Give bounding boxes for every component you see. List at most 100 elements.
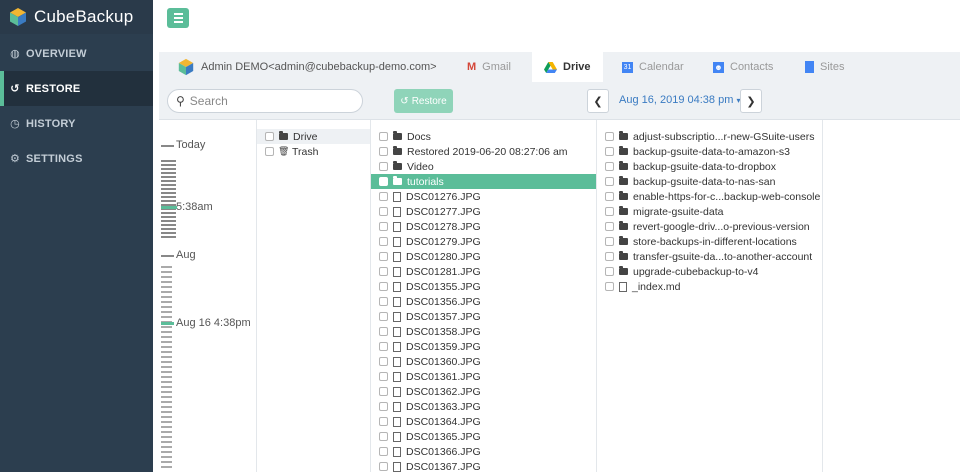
- checkbox[interactable]: [605, 192, 614, 201]
- sidebar-item-settings[interactable]: ⚙ SETTINGS: [0, 141, 153, 176]
- timeline-tick[interactable]: [161, 326, 172, 328]
- checkbox[interactable]: [379, 342, 388, 351]
- list-item[interactable]: backup-gsuite-data-to-amazon-s3: [597, 144, 822, 159]
- checkbox[interactable]: [379, 147, 388, 156]
- list-item[interactable]: DSC01361.JPG: [371, 369, 596, 384]
- timeline-tick[interactable]: [161, 176, 176, 178]
- previous-snapshot-button[interactable]: ❮: [587, 89, 609, 113]
- checkbox[interactable]: [605, 207, 614, 216]
- timeline-tick[interactable]: [161, 168, 176, 170]
- timeline-tick[interactable]: [161, 224, 176, 226]
- checkbox[interactable]: [605, 177, 614, 186]
- checkbox[interactable]: [379, 387, 388, 396]
- checkbox[interactable]: [605, 222, 614, 231]
- timeline-tick[interactable]: [161, 220, 176, 222]
- tree-item-trash[interactable]: 🗑 Trash: [257, 144, 370, 159]
- list-item[interactable]: DSC01276.JPG: [371, 189, 596, 204]
- list-item[interactable]: DSC01280.JPG: [371, 249, 596, 264]
- timeline-tick[interactable]: [161, 401, 172, 403]
- list-item[interactable]: DSC01365.JPG: [371, 429, 596, 444]
- timeline-tick[interactable]: [161, 416, 172, 418]
- checkbox[interactable]: [379, 177, 388, 186]
- list-item[interactable]: DSC01356.JPG: [371, 294, 596, 309]
- timeline-tick[interactable]: [161, 346, 172, 348]
- list-item[interactable]: DSC01364.JPG: [371, 414, 596, 429]
- list-item[interactable]: DSC01277.JPG: [371, 204, 596, 219]
- timeline-tick[interactable]: [161, 391, 172, 393]
- list-item[interactable]: store-backups-in-different-locations: [597, 234, 822, 249]
- timeline-tick[interactable]: [161, 184, 176, 186]
- timeline-tick[interactable]: [161, 228, 176, 230]
- timeline-tick[interactable]: [161, 316, 172, 318]
- restore-button[interactable]: ↺ Restore: [394, 89, 453, 113]
- list-item[interactable]: transfer-gsuite-da...to-another-account: [597, 249, 822, 264]
- timeline-tick[interactable]: [161, 431, 172, 433]
- timeline-tick[interactable]: [161, 441, 172, 443]
- checkbox[interactable]: [265, 132, 274, 141]
- brand[interactable]: CubeBackup: [0, 0, 153, 34]
- timeline-tick[interactable]: [161, 301, 172, 303]
- list-item[interactable]: Docs: [371, 129, 596, 144]
- timeline-tick[interactable]: [161, 266, 172, 268]
- timeline-tick[interactable]: [161, 296, 172, 298]
- list-item[interactable]: DSC01362.JPG: [371, 384, 596, 399]
- timeline-tick[interactable]: [161, 451, 172, 453]
- list-item[interactable]: DSC01281.JPG: [371, 264, 596, 279]
- checkbox[interactable]: [379, 327, 388, 336]
- timeline-tick[interactable]: [161, 206, 177, 209]
- checkbox[interactable]: [605, 252, 614, 261]
- timeline-tick[interactable]: [161, 456, 172, 458]
- timeline-tick[interactable]: [161, 461, 172, 463]
- tree-item-drive[interactable]: Drive: [257, 129, 370, 144]
- list-item[interactable]: DSC01366.JPG: [371, 444, 596, 459]
- timeline-tick[interactable]: [161, 426, 172, 428]
- timeline-tick[interactable]: [161, 200, 176, 202]
- timeline-tick[interactable]: [161, 421, 172, 423]
- list-item[interactable]: backup-gsuite-data-to-dropbox: [597, 159, 822, 174]
- list-item[interactable]: tutorials: [371, 174, 596, 189]
- timeline-tick[interactable]: [161, 361, 172, 363]
- list-item[interactable]: DSC01359.JPG: [371, 339, 596, 354]
- tab-sites[interactable]: Sites: [805, 52, 844, 82]
- timeline-tick[interactable]: [161, 381, 172, 383]
- timeline-tick[interactable]: [161, 164, 176, 166]
- tab-contacts[interactable]: ☻ Contacts: [713, 52, 773, 82]
- timeline-tick[interactable]: [161, 232, 176, 234]
- checkbox[interactable]: [379, 297, 388, 306]
- checkbox[interactable]: [605, 162, 614, 171]
- timeline-tick[interactable]: [161, 180, 176, 182]
- timeline-tick[interactable]: [161, 160, 176, 162]
- search-input[interactable]: ⚲ Search: [167, 89, 363, 113]
- timeline-tick[interactable]: [161, 396, 172, 398]
- tab-drive[interactable]: Drive: [532, 52, 603, 82]
- list-item[interactable]: DSC01278.JPG: [371, 219, 596, 234]
- checkbox[interactable]: [605, 282, 614, 291]
- tab-gmail[interactable]: M Gmail: [467, 52, 511, 82]
- list-item[interactable]: adjust-subscriptio...r-new-GSuite-users: [597, 129, 822, 144]
- list-item[interactable]: _index.md: [597, 279, 822, 294]
- timeline-tick[interactable]: [161, 331, 172, 333]
- checkbox[interactable]: [379, 132, 388, 141]
- checkbox[interactable]: [379, 432, 388, 441]
- checkbox[interactable]: [379, 207, 388, 216]
- timeline-tick[interactable]: [161, 351, 172, 353]
- list-item[interactable]: upgrade-cubebackup-to-v4: [597, 264, 822, 279]
- list-item[interactable]: Video: [371, 159, 596, 174]
- timeline-tick[interactable]: [161, 192, 176, 194]
- list-item[interactable]: DSC01358.JPG: [371, 324, 596, 339]
- timeline-tick[interactable]: [161, 145, 174, 147]
- snapshot-date-select[interactable]: Aug 16, 2019 04:38 pm ▾: [619, 94, 740, 106]
- tab-calendar[interactable]: 31 Calendar: [622, 52, 684, 82]
- sidebar-item-history[interactable]: ◷ HISTORY: [0, 106, 153, 141]
- timeline-tick[interactable]: [161, 411, 172, 413]
- list-item[interactable]: DSC01355.JPG: [371, 279, 596, 294]
- timeline-tick[interactable]: [161, 281, 172, 283]
- next-snapshot-button[interactable]: ❯: [740, 89, 762, 113]
- checkbox[interactable]: [379, 192, 388, 201]
- timeline-tick[interactable]: [161, 291, 172, 293]
- checkbox[interactable]: [379, 312, 388, 321]
- checkbox[interactable]: [265, 147, 274, 156]
- timeline-tick[interactable]: [161, 386, 172, 388]
- checkbox[interactable]: [379, 267, 388, 276]
- list-item[interactable]: DSC01367.JPG: [371, 459, 596, 472]
